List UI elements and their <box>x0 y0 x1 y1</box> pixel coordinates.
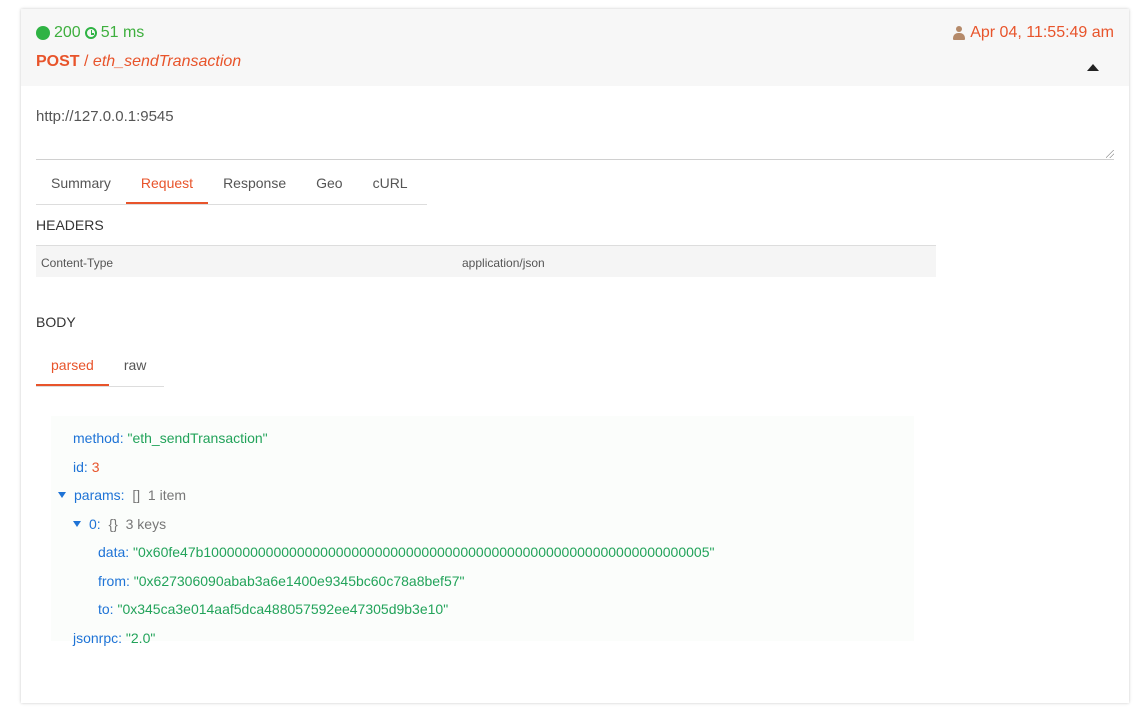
json-key: 0: <box>89 516 101 532</box>
url-text: http://127.0.0.1:9545 <box>36 108 174 125</box>
json-key: from: <box>98 573 130 589</box>
json-key: data: <box>98 544 130 560</box>
tab-geo[interactable]: Geo <box>301 166 357 204</box>
json-row-params[interactable]: params: [] 1 item <box>58 485 186 505</box>
url-textarea[interactable]: http://127.0.0.1:9545 <box>36 99 1114 160</box>
json-key: params: <box>74 487 125 503</box>
json-row-id: id: 3 <box>73 457 99 477</box>
json-key: to: <box>98 601 114 617</box>
request-card: 200 51 ms POST / eth_sendTransaction Apr… <box>21 9 1129 703</box>
json-value: "0x345ca3e014aaf5dca488057592ee47305d9b3… <box>117 601 449 617</box>
json-value: 3 <box>91 459 100 475</box>
detail-tabs: Summary Request Response Geo cURL <box>36 166 427 205</box>
request-header[interactable]: 200 51 ms POST / eth_sendTransaction Apr… <box>21 9 1129 86</box>
json-row-method: method: "eth_sendTransaction" <box>73 428 268 448</box>
json-row-item0[interactable]: 0: {} 3 keys <box>73 514 166 534</box>
json-value: "0x60fe47b100000000000000000000000000000… <box>133 544 715 560</box>
json-count: 3 keys <box>125 516 167 532</box>
resize-grip-icon[interactable] <box>1106 150 1114 158</box>
path-separator: / <box>84 53 89 70</box>
status-code: 200 <box>54 24 81 41</box>
json-key: jsonrpc: <box>73 630 123 646</box>
json-row-jsonrpc: jsonrpc: "2.0" <box>73 628 155 648</box>
json-bracket: [] <box>132 487 141 503</box>
tab-request[interactable]: Request <box>125 166 209 204</box>
tab-raw[interactable]: raw <box>109 348 162 386</box>
duration: 51 ms <box>100 24 145 41</box>
tab-summary[interactable]: Summary <box>36 166 126 204</box>
user-icon <box>953 26 966 40</box>
expand-arrow-icon[interactable] <box>58 492 66 498</box>
header-key: Content-Type <box>41 256 114 270</box>
json-key: method: <box>73 430 124 446</box>
json-row-to: to: "0x345ca3e014aaf5dca488057592ee47305… <box>98 599 448 619</box>
headers-title: HEADERS <box>36 217 104 233</box>
timestamp: Apr 04, 11:55:49 am <box>953 24 1114 42</box>
status-line: 200 51 ms <box>36 24 144 42</box>
tab-response[interactable]: Response <box>208 166 301 204</box>
json-row-data: data: "0x60fe47b100000000000000000000000… <box>98 542 714 562</box>
json-row-from: from: "0x627306090abab3a6e1400e9345bc60c… <box>98 571 464 591</box>
body-title: BODY <box>36 314 76 330</box>
json-value: "eth_sendTransaction" <box>127 430 268 446</box>
http-method: POST <box>36 53 80 70</box>
status-dot-icon <box>36 26 50 40</box>
headers-table: Content-Type application/json <box>36 245 936 277</box>
tab-curl[interactable]: cURL <box>358 166 423 204</box>
json-value: "0x627306090abab3a6e1400e9345bc60c78a8be… <box>133 573 465 589</box>
body-tabs: parsed raw <box>36 348 164 387</box>
endpoint-name: eth_sendTransaction <box>92 53 242 70</box>
json-count: 1 item <box>147 487 187 503</box>
collapse-icon[interactable] <box>1087 64 1099 71</box>
tab-parsed[interactable]: parsed <box>36 348 109 386</box>
timestamp-text: Apr 04, 11:55:49 am <box>970 24 1114 41</box>
header-value: application/json <box>462 256 545 270</box>
json-bracket: {} <box>108 516 118 532</box>
clock-icon <box>84 27 97 39</box>
expand-arrow-icon[interactable] <box>73 521 81 527</box>
json-key: id: <box>73 459 88 475</box>
json-tree: method: "eth_sendTransaction" id: 3 para… <box>51 416 914 646</box>
json-value: "2.0" <box>125 630 156 646</box>
method-line: POST / eth_sendTransaction <box>36 53 241 71</box>
